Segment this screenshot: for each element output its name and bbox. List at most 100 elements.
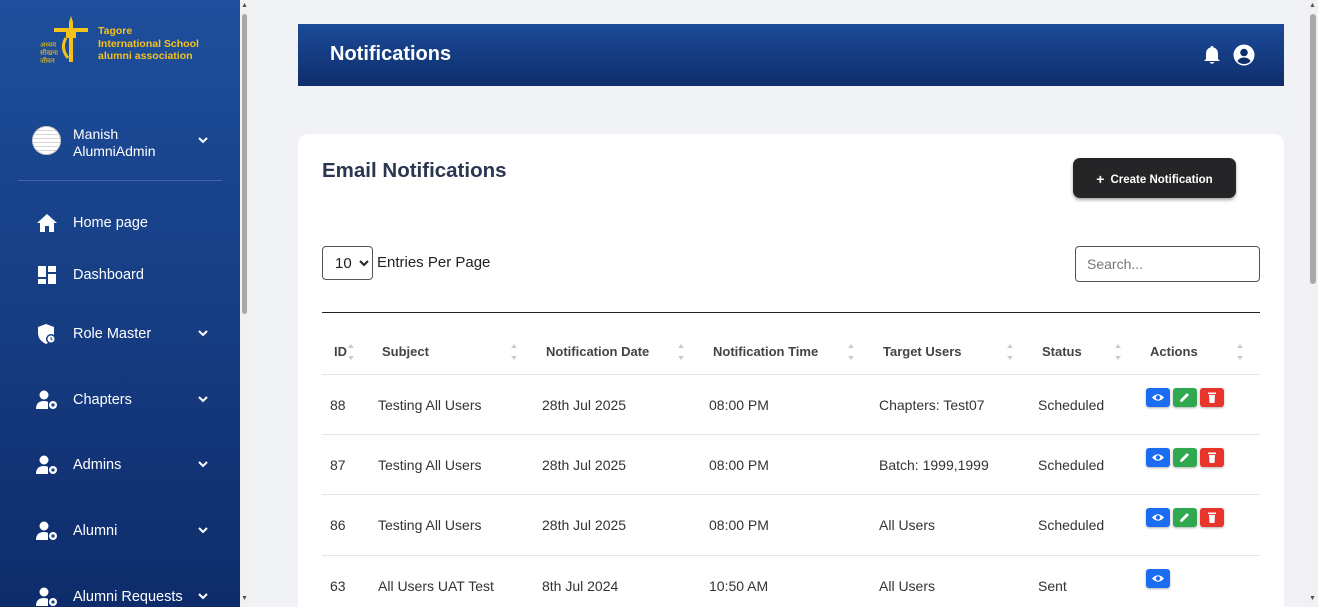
trash-icon [1208, 512, 1216, 523]
scroll-down-arrow-icon[interactable]: ▼ [241, 595, 248, 602]
cell-id: 63 [330, 578, 346, 594]
search-input[interactable] [1075, 246, 1260, 282]
edit-button[interactable] [1173, 508, 1197, 527]
user-last-name: AlumniAdmin [73, 142, 156, 159]
cell-date: 28th Jul 2025 [542, 517, 627, 533]
user-gear-icon [36, 455, 57, 474]
top-header: Notifications [298, 24, 1284, 86]
delete-button[interactable] [1200, 388, 1224, 407]
sort-arrows-icon[interactable] [1006, 342, 1014, 362]
cell-subject: Testing All Users [378, 397, 482, 413]
col-header-actions[interactable]: Actions [1150, 344, 1198, 359]
svg-text:सीखना: सीखना [40, 48, 58, 57]
sidebar-item-alumni-requests[interactable]: Alumni Requests [0, 582, 240, 607]
logo-text: Tagore International School alumni assoc… [98, 25, 199, 63]
user-first-name: Manish [73, 126, 119, 142]
trash-icon [1208, 452, 1216, 463]
cell-id: 88 [330, 397, 346, 413]
col-header-notification-time[interactable]: Notification Time [713, 344, 818, 359]
sidebar-item-home[interactable]: Home page [0, 208, 240, 238]
edit-button[interactable] [1173, 448, 1197, 467]
cell-id: 87 [330, 457, 346, 473]
email-notifications-card: Email Notifications + Create Notification… [298, 134, 1284, 607]
user-gear-icon [36, 587, 57, 606]
page-scroll-up-arrow-icon[interactable]: ▲ [1309, 2, 1316, 9]
sidebar-item-chapters[interactable]: Chapters [0, 385, 240, 415]
create-notification-button[interactable]: + Create Notification [1073, 158, 1236, 198]
account-circle-icon[interactable] [1233, 44, 1255, 66]
sort-arrows-icon[interactable] [510, 342, 518, 362]
sidebar-item-label: Dashboard [73, 267, 144, 283]
delete-button[interactable] [1200, 508, 1224, 527]
cell-status: Scheduled [1038, 397, 1105, 413]
logo-line-3: alumni association [98, 50, 193, 62]
sort-arrows-icon[interactable] [1236, 342, 1244, 362]
logo-emblem-icon: अध्यय सीखना जीवन [40, 16, 88, 65]
cell-subject: All Users UAT Test [378, 578, 494, 594]
entries-per-page-label: Entries Per Page [377, 254, 491, 271]
cell-time: 08:00 PM [709, 397, 769, 413]
chevron-down-icon[interactable] [198, 527, 208, 534]
user-gear-icon [36, 521, 57, 540]
col-header-notification-date[interactable]: Notification Date [546, 344, 649, 359]
svg-text:अध्यय: अध्यय [40, 41, 57, 49]
sidebar-item-role-master[interactable]: Role Master [0, 319, 240, 349]
cell-target-users: All Users [879, 578, 936, 594]
eye-icon [1152, 575, 1164, 582]
col-header-target-users[interactable]: Target Users [883, 344, 962, 359]
chevron-down-icon[interactable] [198, 137, 208, 144]
sidebar-item-alumni[interactable]: Alumni [0, 516, 240, 546]
sidebar-item-dashboard[interactable]: Dashboard [0, 260, 240, 290]
col-header-subject[interactable]: Subject [382, 344, 429, 359]
chevron-down-icon[interactable] [198, 593, 208, 600]
cell-target-users: Batch: 1999,1999 [879, 457, 989, 473]
col-header-status[interactable]: Status [1042, 344, 1082, 359]
chevron-down-icon[interactable] [198, 330, 208, 337]
sidebar-item-label: Alumni Requests [73, 589, 183, 605]
entries-per-page-select[interactable]: 10 [322, 246, 373, 280]
sidebar-item-label: Chapters [73, 392, 132, 408]
sort-arrows-icon[interactable] [677, 342, 685, 362]
table-top-border [322, 312, 1260, 313]
sort-arrows-icon[interactable] [847, 342, 855, 362]
chevron-down-icon[interactable] [198, 461, 208, 468]
view-button[interactable] [1146, 388, 1170, 407]
cell-status: Scheduled [1038, 457, 1105, 473]
cell-time: 08:00 PM [709, 457, 769, 473]
svg-text:जीवन: जीवन [40, 56, 55, 65]
home-icon [37, 214, 57, 232]
page-scrollbar-thumb[interactable] [1310, 14, 1316, 284]
bell-icon[interactable] [1203, 45, 1221, 65]
cell-date: 8th Jul 2024 [542, 578, 619, 594]
page-scroll-down-arrow-icon[interactable]: ▼ [1309, 595, 1316, 602]
eye-icon [1152, 514, 1164, 521]
sort-arrows-icon[interactable] [347, 342, 355, 362]
delete-button[interactable] [1200, 448, 1224, 467]
card-title: Email Notifications [322, 159, 507, 182]
col-header-id[interactable]: ID [334, 344, 347, 359]
sidebar-item-label: Role Master [73, 326, 152, 342]
table-row: 86 Testing All Users 28th Jul 2025 08:00… [322, 494, 1260, 554]
view-button[interactable] [1146, 448, 1170, 467]
edit-button[interactable] [1173, 388, 1197, 407]
table-row: 88 Testing All Users 28th Jul 2025 08:00… [322, 374, 1260, 434]
view-button[interactable] [1146, 569, 1170, 588]
view-button[interactable] [1146, 508, 1170, 527]
user-gear-icon [36, 390, 57, 409]
sort-arrows-icon[interactable] [1114, 342, 1122, 362]
sidebar-scrollbar-thumb[interactable] [242, 14, 247, 314]
page-title: Notifications [330, 43, 452, 65]
logo-line-2: International School [98, 37, 199, 50]
cell-time: 08:00 PM [709, 517, 769, 533]
scroll-up-arrow-icon[interactable]: ▲ [241, 2, 248, 9]
eye-icon [1152, 454, 1164, 461]
cell-target-users: Chapters: Test07 [879, 397, 985, 413]
sidebar-item-label: Home page [73, 215, 148, 231]
cell-subject: Testing All Users [378, 457, 482, 473]
user-menu[interactable]: Manish AlumniAdmin [32, 124, 222, 160]
chevron-down-icon[interactable] [198, 396, 208, 403]
cell-status: Scheduled [1038, 517, 1105, 533]
sidebar-item-admins[interactable]: Admins [0, 450, 240, 480]
logo-line-1: Tagore [98, 25, 133, 37]
school-logo[interactable]: अध्यय सीखना जीवन Tagore International Sc… [38, 14, 208, 70]
